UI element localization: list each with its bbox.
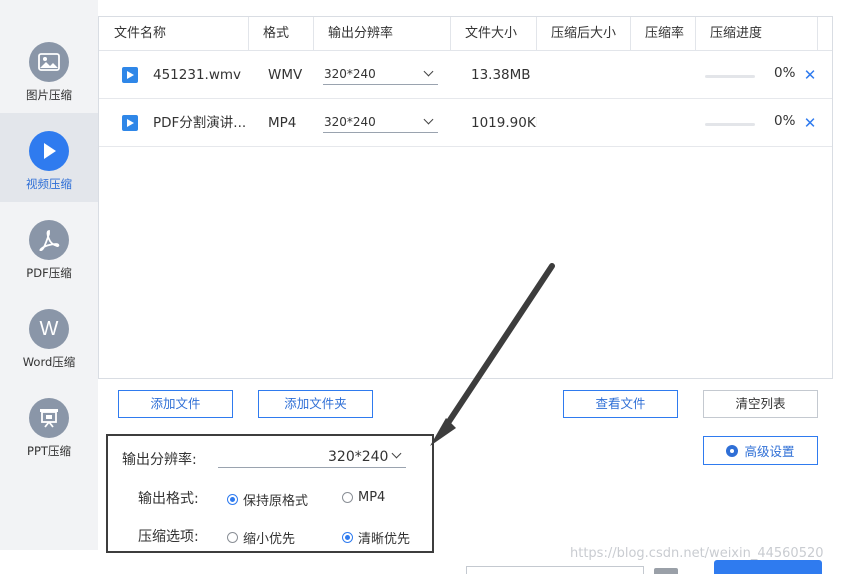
column-header-name: 文件名称 <box>114 26 167 41</box>
file-format: WMV <box>268 67 303 83</box>
compression-ratio <box>645 51 693 99</box>
view-file-button[interactable]: 查看文件 <box>563 390 678 418</box>
output-resolution-select[interactable]: 320*240 <box>218 448 406 468</box>
chevron-down-icon <box>423 114 434 125</box>
watermark: https://blog.csdn.net/weixin_44560520 <box>570 546 824 561</box>
compressed-size <box>551 99 627 147</box>
resolution-label: 输出分辨率: <box>122 452 197 468</box>
gear-icon <box>726 444 739 457</box>
progress-bar <box>705 123 755 126</box>
column-divider <box>248 17 249 51</box>
radio-label: MP4 <box>358 490 386 505</box>
radio-dot <box>227 532 238 543</box>
file-table: 文件名称 格式 输出分辨率 文件大小 压缩后大小 压缩率 压缩进度 451231… <box>98 16 833 379</box>
column-divider <box>536 17 537 51</box>
sidebar-item-ppt-compress[interactable]: PPT压缩 <box>0 380 98 469</box>
output-path-input[interactable] <box>466 566 644 574</box>
chevron-down-icon <box>391 448 402 459</box>
video-file-icon <box>122 115 138 131</box>
sidebar-item-label: 视频压缩 <box>26 177 72 191</box>
sidebar-item-image-compress[interactable]: 图片压缩 <box>0 24 98 113</box>
column-divider <box>630 17 631 51</box>
pdf-icon <box>29 220 69 260</box>
radio-dot <box>342 532 353 543</box>
folder-icon[interactable] <box>654 568 678 574</box>
ppt-icon <box>29 398 69 438</box>
progress-bar <box>705 75 755 78</box>
sidebar-item-pdf-compress[interactable]: PDF压缩 <box>0 202 98 291</box>
file-name: PDF分割演讲... <box>153 115 247 131</box>
remove-file-button[interactable]: ✕ <box>803 66 817 84</box>
column-divider <box>450 17 451 51</box>
output-format-label: 输出格式: <box>138 491 199 507</box>
column-divider <box>313 17 314 51</box>
radio-label: 清晰优先 <box>358 532 411 547</box>
add-folder-button[interactable]: 添加文件夹 <box>258 390 373 418</box>
remove-file-button[interactable]: ✕ <box>803 114 817 132</box>
file-name: 451231.wmv <box>153 67 242 83</box>
video-file-icon <box>122 67 138 83</box>
word-icon: W <box>29 309 69 349</box>
resolution-value: 320*240 <box>324 67 376 81</box>
resolution-select[interactable]: 320*240 <box>323 113 438 133</box>
compressed-size <box>551 51 627 99</box>
column-divider <box>817 17 818 51</box>
sidebar-item-video-compress[interactable]: 视频压缩 <box>0 113 98 202</box>
output-settings-panel: 输出分辨率: 320*240 输出格式: 保持原格式 MP4 压缩选项: 缩小优… <box>106 434 434 553</box>
radio-dot <box>227 494 238 505</box>
column-header-format: 格式 <box>263 26 290 41</box>
add-file-button[interactable]: 添加文件 <box>118 390 233 418</box>
sidebar-item-word-compress[interactable]: W Word压缩 <box>0 291 98 380</box>
table-row[interactable]: PDF分割演讲... MP4 320*240 1019.90KE 0% ✕ <box>99 99 832 147</box>
compress-size-priority-radio[interactable]: 缩小优先 <box>227 528 295 547</box>
output-resolution-value: 320*240 <box>328 449 389 465</box>
compression-ratio <box>645 99 693 147</box>
progress-percent: 0% <box>774 65 796 81</box>
sidebar-item-label: 图片压缩 <box>26 88 72 102</box>
column-divider <box>695 17 696 51</box>
column-header-compressed-size: 压缩后大小 <box>551 26 617 41</box>
radio-dot <box>342 492 353 503</box>
start-compress-button[interactable] <box>714 560 822 574</box>
sidebar-item-label: Word压缩 <box>22 355 76 369</box>
table-row[interactable]: 451231.wmv WMV 320*240 13.38MB 0% ✕ <box>99 51 832 99</box>
column-header-ratio: 压缩率 <box>645 26 685 41</box>
sidebar-item-label: PDF压缩 <box>26 266 72 280</box>
radio-label: 保持原格式 <box>243 494 309 509</box>
progress-percent: 0% <box>774 113 796 129</box>
file-size: 13.38MB <box>471 67 531 83</box>
advanced-settings-label: 高级设置 <box>744 444 795 459</box>
play-icon <box>29 131 69 171</box>
sidebar: 图片压缩 视频压缩 PDF压缩 W Word压缩 PPT压缩 <box>0 0 98 550</box>
sidebar-item-label: PPT压缩 <box>27 444 71 458</box>
compress-clarity-priority-radio[interactable]: 清晰优先 <box>342 528 410 547</box>
app-window: 图片压缩 视频压缩 PDF压缩 W Word压缩 PPT压缩 文件名称 格式 输… <box>0 0 854 574</box>
compress-option-label: 压缩选项: <box>138 529 199 545</box>
resolution-select[interactable]: 320*240 <box>323 65 438 85</box>
format-mp4-radio[interactable]: MP4 <box>342 490 385 505</box>
column-header-progress: 压缩进度 <box>710 26 763 41</box>
chevron-down-icon <box>423 66 434 77</box>
format-keep-original-radio[interactable]: 保持原格式 <box>227 490 308 509</box>
image-icon <box>29 42 69 82</box>
resolution-value: 320*240 <box>324 115 376 129</box>
column-header-size: 文件大小 <box>465 26 518 41</box>
column-header-resolution: 输出分辨率 <box>328 26 394 41</box>
clear-list-button[interactable]: 清空列表 <box>703 390 818 418</box>
advanced-settings-button[interactable]: 高级设置 <box>703 436 818 465</box>
word-glyph: W <box>39 317 59 340</box>
file-size: 1019.90KE <box>471 115 537 131</box>
table-header: 文件名称 格式 输出分辨率 文件大小 压缩后大小 压缩率 压缩进度 <box>99 17 832 51</box>
radio-label: 缩小优先 <box>243 532 296 547</box>
file-format: MP4 <box>268 115 297 131</box>
